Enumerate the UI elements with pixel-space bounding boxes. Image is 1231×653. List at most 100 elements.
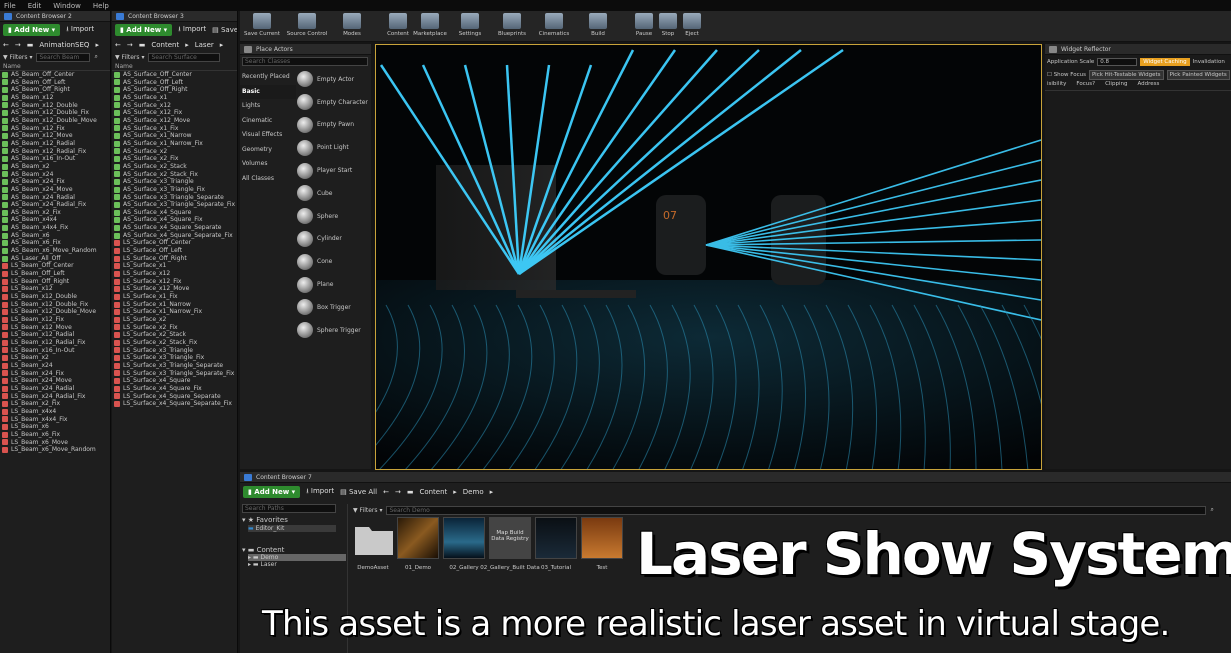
list-item[interactable]: LS_Beam_x16_In-Out [2, 347, 110, 355]
tab-widget-reflector[interactable]: Widget Reflector [1045, 44, 1231, 55]
modes-button[interactable]: Modes [330, 13, 374, 37]
list-item[interactable]: LS_Beam_x2 [2, 354, 110, 362]
save-all-button[interactable]: ▤ Save All [340, 488, 377, 496]
cinematics-button[interactable]: Cinematics [532, 13, 576, 37]
list-item[interactable]: LS_Beam_x12_Double_Move [2, 308, 110, 316]
category-item[interactable]: Recently Placed [240, 70, 296, 85]
column-header[interactable]: isibility [1047, 81, 1066, 90]
list-item[interactable]: LS_Beam_x12_Move [2, 324, 110, 332]
demo-folder[interactable]: ▸ ▬ Demo [248, 554, 346, 561]
marketplace-button[interactable]: Marketplace [408, 13, 452, 37]
list-item[interactable]: LS_Beam_x6_Move_Random [2, 446, 110, 454]
search-input[interactable]: Search Surface [148, 52, 221, 62]
list-item[interactable]: LS_Beam_x24_Radial_Fix [2, 393, 110, 401]
back-arrow-icon[interactable]: ← [3, 41, 9, 49]
list-item[interactable]: AS_Surface_x2 [114, 148, 237, 156]
list-item[interactable]: LS_Surface_x2_Fix [114, 324, 237, 332]
list-item[interactable]: AS_Surface_x12_Fix [114, 109, 237, 117]
forward-arrow-icon[interactable]: → [127, 41, 133, 49]
list-item[interactable]: AS_Beam_x12_Double [2, 102, 110, 110]
list-item[interactable]: LS_Beam_x2_Fix [2, 400, 110, 408]
list-item[interactable]: LS_Surface_x1 [114, 262, 237, 270]
actor-item[interactable]: Empty Character [297, 91, 371, 114]
list-item[interactable]: AS_Surface_x2_Stack_Fix [114, 171, 237, 179]
widget-caching-button[interactable]: Widget Caching [1140, 57, 1190, 66]
favorite-editor-kit[interactable]: ▬ Editor_Kit [248, 525, 336, 532]
actor-item[interactable]: Cube [297, 182, 371, 205]
list-item[interactable]: AS_Beam_x12_Radial [2, 140, 110, 148]
tab-content-browser-3[interactable]: Content Browser 3 [112, 11, 237, 22]
breadcrumb-content[interactable]: Content [151, 41, 179, 49]
actor-item[interactable]: Player Start [297, 159, 371, 182]
back-arrow-icon[interactable]: ← [115, 41, 121, 49]
actor-item[interactable]: Sphere [297, 205, 371, 228]
filters-dropdown[interactable]: ▼ Filters ▾ [353, 507, 382, 514]
list-item[interactable]: LS_Surface_x3_Triangle_Separate_Fix [114, 370, 237, 378]
list-item[interactable]: LS_Surface_x12 [114, 270, 237, 278]
actor-item[interactable]: Cone [297, 250, 371, 273]
list-item[interactable]: LS_Beam_Off_Left [2, 270, 110, 278]
list-item[interactable]: LS_Surface_x4_Square_Separate [114, 393, 237, 401]
level-viewport[interactable]: 07 [375, 44, 1042, 470]
list-item[interactable]: LS_Beam_x24_Radial [2, 385, 110, 393]
list-item[interactable]: AS_Surface_Off_Right [114, 86, 237, 94]
list-item[interactable]: AS_Beam_x6 [2, 232, 110, 240]
breadcrumb-item[interactable]: AnimationSEQ [39, 41, 89, 49]
category-item[interactable]: All Classes [240, 172, 296, 187]
list-item[interactable]: AS_Beam_x12 [2, 94, 110, 102]
list-item[interactable]: AS_Laser_All_Off [2, 255, 110, 263]
list-item[interactable]: LS_Beam_x12_Double [2, 293, 110, 301]
list-item[interactable]: AS_Beam_x2_Fix [2, 209, 110, 217]
blueprints-button[interactable]: Blueprints [490, 13, 534, 37]
list-item[interactable]: LS_Beam_x24_Move [2, 377, 110, 385]
import-button[interactable]: ⭳ Import [66, 25, 94, 36]
list-item[interactable]: LS_Surface_Off_Center [114, 239, 237, 247]
laser-folder[interactable]: ▸ ▬ Laser [248, 561, 347, 568]
list-item[interactable]: LS_Surface_x12_Move [114, 285, 237, 293]
build-button[interactable]: Build [576, 13, 620, 37]
list-item[interactable]: LS_Surface_Off_Right [114, 255, 237, 263]
actor-item[interactable]: Cylinder [297, 228, 371, 251]
list-item[interactable]: LS_Surface_x3_Triangle [114, 347, 237, 355]
save-button[interactable]: ▤ Save [212, 26, 237, 34]
list-item[interactable]: AS_Surface_x1 [114, 94, 237, 102]
column-header[interactable]: Focus? [1076, 81, 1095, 90]
list-item[interactable]: LS_Beam_x6_Fix [2, 431, 110, 439]
actor-item[interactable]: Plane [297, 273, 371, 296]
asset-tile[interactable] [581, 517, 623, 559]
list-item[interactable]: LS_Surface_x1_Fix [114, 293, 237, 301]
category-item[interactable]: Cinematic [240, 114, 296, 129]
list-item[interactable]: AS_Surface_x1_Fix [114, 125, 237, 133]
list-item[interactable]: AS_Beam_x12_Fix [2, 125, 110, 133]
tab-content-browser-7[interactable]: Content Browser 7 [240, 472, 1231, 483]
forward-arrow-icon[interactable]: → [395, 488, 401, 496]
actor-item[interactable]: Box Trigger [297, 296, 371, 319]
column-header-name[interactable]: Name [112, 63, 237, 71]
breadcrumb-demo[interactable]: Demo [463, 488, 484, 496]
menu-edit[interactable]: Edit [28, 2, 42, 10]
list-item[interactable]: AS_Surface_x3_Triangle_Fix [114, 186, 237, 194]
list-item[interactable]: AS_Surface_Off_Center [114, 71, 237, 79]
list-item[interactable]: AS_Beam_x6_Move_Random [2, 247, 110, 255]
list-item[interactable]: LS_Surface_x3_Triangle_Fix [114, 354, 237, 362]
back-arrow-icon[interactable]: ← [383, 488, 389, 496]
list-item[interactable]: AS_Beam_x2 [2, 163, 110, 171]
list-item[interactable]: AS_Surface_x3_Triangle_Separate [114, 194, 237, 202]
asset-tile[interactable] [353, 517, 395, 559]
search-paths-input[interactable]: Search Paths [242, 504, 336, 513]
import-button[interactable]: ⭳ Import [178, 25, 206, 36]
column-header[interactable]: Address [1137, 81, 1159, 90]
breadcrumb-content[interactable]: Content [419, 488, 447, 496]
list-item[interactable]: AS_Beam_x24 [2, 171, 110, 179]
category-item[interactable]: Lights [240, 99, 296, 114]
list-item[interactable]: LS_Surface_x2_Stack [114, 331, 237, 339]
asset-tile[interactable] [397, 517, 439, 559]
filters-dropdown[interactable]: ▼ Filters ▾ [115, 54, 144, 61]
search-input[interactable]: Search Beam [36, 52, 91, 62]
list-item[interactable]: AS_Beam_x24_Radial_Fix [2, 201, 110, 209]
tab-content-browser-2[interactable]: Content Browser 2 [0, 11, 110, 22]
list-item[interactable]: AS_Beam_x12_Move [2, 132, 110, 140]
invalidation-button[interactable]: Invalidation [1193, 59, 1225, 65]
list-item[interactable]: AS_Surface_x2_Fix [114, 155, 237, 163]
actor-item[interactable]: Sphere Trigger [297, 319, 371, 342]
